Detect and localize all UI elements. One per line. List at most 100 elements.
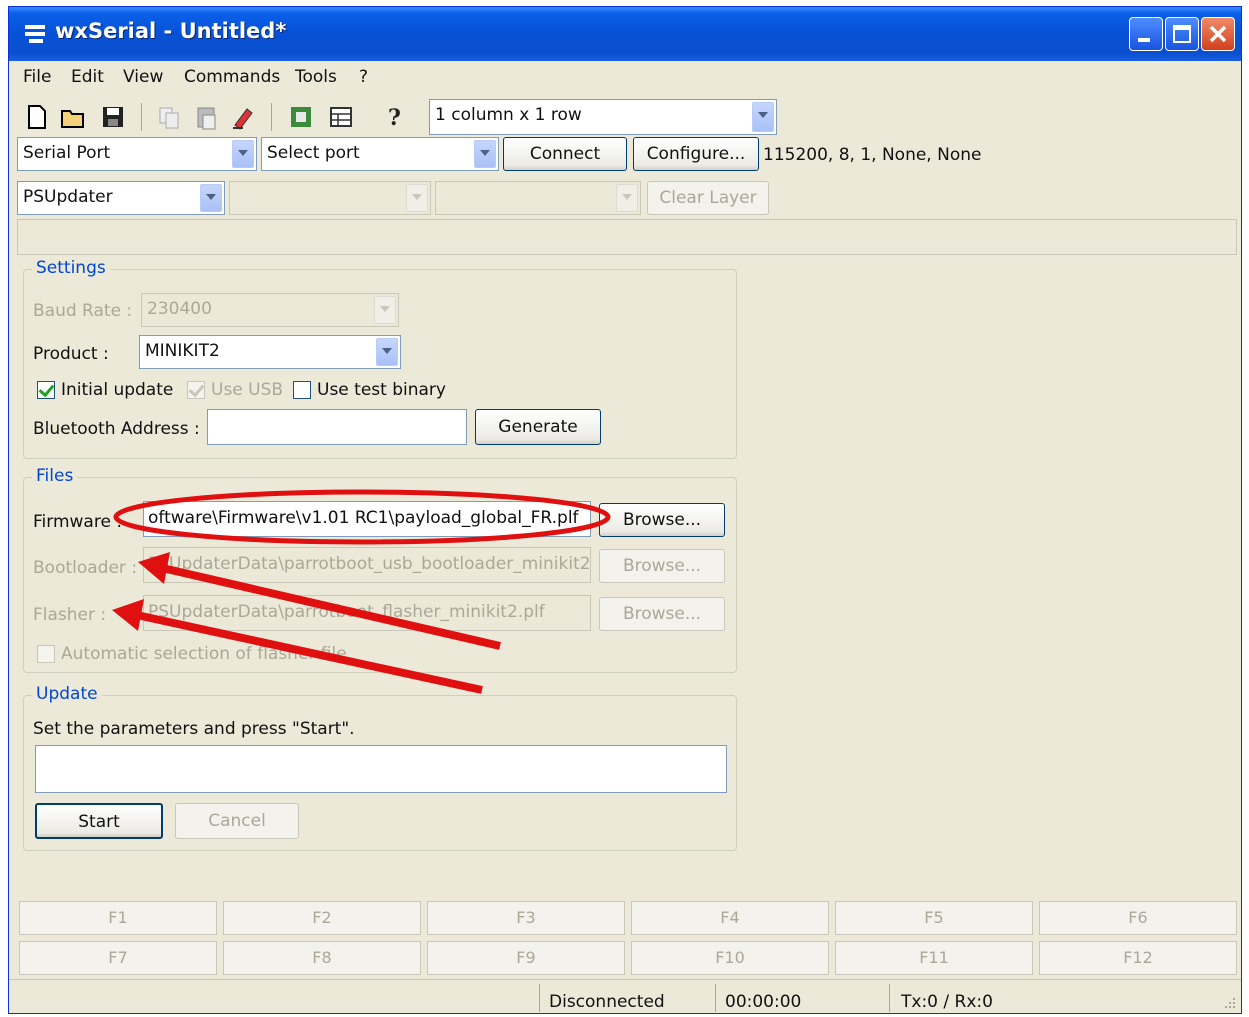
f2-key-button[interactable]: F2 — [223, 901, 421, 935]
chevron-down-icon — [474, 140, 496, 168]
f6-key-button[interactable]: F6 — [1039, 901, 1237, 935]
baud-rate-combo[interactable]: 230400 — [141, 293, 399, 327]
clear-layer-button[interactable]: Clear Layer — [647, 181, 769, 215]
baud-rate-value: 230400 — [147, 299, 212, 319]
use-usb-label: Use USB — [211, 380, 284, 400]
bootloader-label: Bootloader : — [33, 558, 138, 578]
menu-view[interactable]: View — [123, 67, 163, 87]
chevron-down-icon — [232, 140, 254, 168]
plugin-combo[interactable]: PSUpdater — [17, 181, 225, 215]
f10-key-button[interactable]: F10 — [631, 941, 829, 975]
menu-help[interactable]: ? — [359, 67, 368, 87]
paste-icon[interactable] — [193, 103, 221, 131]
port-select-combo[interactable]: Select port — [261, 137, 499, 171]
bootloader-path-input[interactable]: PSUpdaterData\parrotboot_usb_bootloader_… — [143, 547, 591, 583]
svg-text:?: ? — [388, 105, 401, 131]
firmware-path-value: oftware\Firmware\v1.01 RC1\payload_globa… — [148, 508, 579, 528]
flasher-path-input[interactable]: PSUpdaterData\parrotboot_flasher_minikit… — [143, 595, 591, 631]
connect-button[interactable]: Connect — [503, 137, 627, 171]
copy-icon[interactable] — [155, 103, 183, 131]
files-group-label: Files — [32, 466, 78, 486]
update-progress-field — [35, 745, 727, 793]
start-button[interactable]: Start — [35, 803, 163, 839]
generate-button[interactable]: Generate — [475, 409, 601, 445]
bootloader-browse-button[interactable]: Browse... — [599, 549, 725, 583]
plugin-icon[interactable] — [287, 103, 315, 131]
f12-key-button[interactable]: F12 — [1039, 941, 1237, 975]
open-folder-icon[interactable] — [59, 103, 87, 131]
use-test-binary-label: Use test binary — [317, 380, 446, 400]
update-group-label: Update — [32, 684, 102, 704]
help-icon[interactable]: ? — [381, 103, 409, 131]
connection-status: Disconnected — [549, 992, 665, 1012]
checkmark-icon — [188, 380, 205, 398]
flasher-label: Flasher : — [33, 605, 107, 625]
flasher-path-value: PSUpdaterData\parrotboot_flasher_minikit… — [148, 602, 545, 622]
chevron-down-icon — [374, 296, 396, 324]
auto-select-flasher-checkbox[interactable] — [37, 645, 55, 663]
app-window: wxSerial - Untitled* File Edit View Comm… — [8, 6, 1242, 1014]
configure-button[interactable]: Configure... — [633, 137, 759, 171]
chevron-down-icon — [200, 184, 222, 212]
flasher-browse-button[interactable]: Browse... — [599, 597, 725, 631]
product-value: MINIKIT2 — [145, 341, 220, 361]
menu-edit[interactable]: Edit — [71, 67, 104, 87]
title-bar[interactable]: wxSerial - Untitled* — [9, 7, 1241, 61]
status-bar: Disconnected 00:00:00 Tx:0 / Rx:0 — [9, 979, 1241, 1013]
cancel-button[interactable]: Cancel — [175, 803, 299, 839]
f7-key-button[interactable]: F7 — [19, 941, 217, 975]
port-settings-text: 115200, 8, 1, None, None — [763, 145, 982, 165]
app-icon — [25, 25, 45, 43]
baud-rate-label: Baud Rate : — [33, 301, 133, 321]
window-title: wxSerial - Untitled* — [55, 19, 287, 43]
port-type-value: Serial Port — [23, 143, 111, 163]
use-usb-checkbox[interactable] — [187, 380, 205, 399]
layer-info-bar — [17, 219, 1237, 255]
f8-key-button[interactable]: F8 — [223, 941, 421, 975]
elapsed-time: 00:00:00 — [725, 992, 802, 1012]
layout-combo-value: 1 column x 1 row — [435, 105, 582, 125]
chevron-down-icon — [376, 338, 398, 366]
bluetooth-address-input[interactable] — [207, 409, 467, 445]
menu-commands[interactable]: Commands — [184, 67, 280, 87]
layer-combo[interactable] — [229, 181, 431, 215]
save-icon[interactable] — [99, 103, 127, 131]
port-select-value: Select port — [267, 143, 360, 163]
menu-tools[interactable]: Tools — [295, 67, 337, 87]
maximize-icon — [1173, 25, 1191, 43]
firmware-label: Firmware : — [33, 512, 123, 532]
settings-group-label: Settings — [32, 258, 110, 278]
resize-grip-icon[interactable] — [1219, 994, 1237, 1012]
use-test-binary-checkbox[interactable] — [293, 381, 311, 399]
layout-combo[interactable]: 1 column x 1 row — [429, 99, 777, 135]
checkmark-icon — [38, 380, 55, 398]
sublayer-combo[interactable] — [435, 181, 641, 215]
chevron-down-icon — [752, 102, 774, 132]
clear-eraser-icon[interactable] — [229, 103, 257, 131]
initial-update-checkbox[interactable] — [37, 380, 55, 399]
plugin-combo-value: PSUpdater — [23, 187, 113, 207]
f4-key-button[interactable]: F4 — [631, 901, 829, 935]
f9-key-button[interactable]: F9 — [427, 941, 625, 975]
f1-key-button[interactable]: F1 — [19, 901, 217, 935]
firmware-browse-button[interactable]: Browse... — [599, 503, 725, 537]
product-combo[interactable]: MINIKIT2 — [139, 335, 401, 369]
menu-file[interactable]: File — [23, 67, 51, 87]
minimize-button[interactable] — [1129, 17, 1163, 51]
toolbar: ? 1 column x 1 row — [9, 95, 1241, 141]
f11-key-button[interactable]: F11 — [835, 941, 1033, 975]
maximize-button[interactable] — [1165, 17, 1199, 51]
update-status-message: Set the parameters and press "Start". — [33, 719, 355, 739]
chevron-down-icon — [616, 184, 638, 212]
f5-key-button[interactable]: F5 — [835, 901, 1033, 935]
port-type-combo[interactable]: Serial Port — [17, 137, 257, 171]
initial-update-label: Initial update — [61, 380, 174, 400]
f3-key-button[interactable]: F3 — [427, 901, 625, 935]
firmware-path-input[interactable]: oftware\Firmware\v1.01 RC1\payload_globa… — [143, 501, 591, 537]
close-icon — [1209, 25, 1227, 43]
auto-select-flasher-label: Automatic selection of flasher file — [61, 644, 347, 664]
product-label: Product : — [33, 344, 109, 364]
new-file-icon[interactable] — [23, 103, 51, 131]
close-button[interactable] — [1201, 17, 1235, 51]
layout-grid-icon[interactable] — [327, 103, 355, 131]
